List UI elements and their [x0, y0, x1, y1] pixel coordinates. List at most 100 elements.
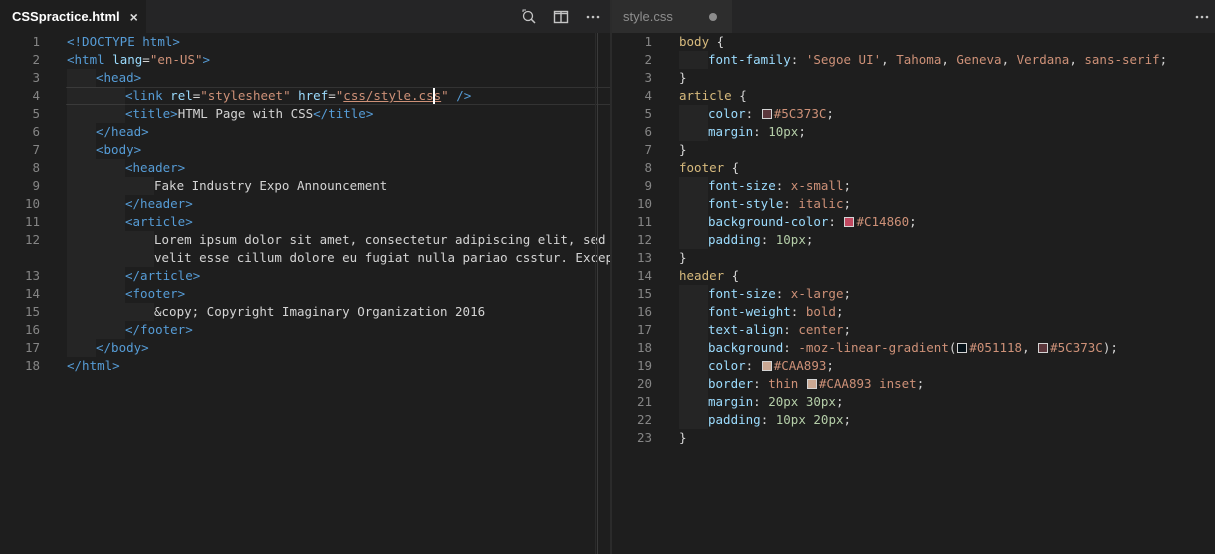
code-text: margin: 20px 30px; — [708, 393, 844, 411]
code-line[interactable]: 9 Fake Industry Expo Announcement — [0, 177, 610, 195]
code-line[interactable]: 17 text-align: center; — [612, 321, 1215, 339]
code-line[interactable]: 10 </header> — [0, 195, 610, 213]
code-line[interactable]: 1 body { — [612, 33, 1215, 51]
code-token: 10px — [775, 232, 806, 247]
code-line[interactable]: 19 color: #CAA893; — [612, 357, 1215, 375]
color-swatch-icon[interactable] — [806, 379, 817, 389]
code-text: article { — [679, 87, 747, 105]
code-line[interactable]: 17 </body> — [0, 339, 610, 357]
more-actions-icon[interactable] — [584, 8, 602, 26]
code-line[interactable]: 22 padding: 10px 20px; — [612, 411, 1215, 429]
code-line[interactable]: 14 <footer> — [0, 285, 610, 303]
left-editor-actions — [520, 0, 602, 33]
line-number: 9 — [32, 178, 40, 193]
code-text: Lorem ipsum dolor sit amet, consectetur … — [154, 231, 610, 249]
indent-guide — [96, 213, 125, 231]
code-token: = — [328, 88, 336, 103]
indent-guide — [679, 231, 708, 249]
code-line[interactable]: 23} — [612, 429, 1215, 447]
code-token: "stylesheet" — [200, 88, 291, 103]
code-line[interactable]: 4 article { — [612, 87, 1215, 105]
vertical-scrollbar[interactable] — [595, 33, 610, 554]
more-actions-icon[interactable] — [1193, 8, 1211, 26]
color-swatch-icon[interactable] — [761, 361, 772, 371]
code-line[interactable]: 5 <title>HTML Page with CSS</title> — [0, 105, 610, 123]
tab-style-css[interactable]: style.css — [612, 0, 732, 33]
code-line[interactable]: 16 </footer> — [0, 321, 610, 339]
tab-label: style.css — [623, 9, 673, 24]
line-number: 10 — [636, 196, 652, 211]
code-line[interactable]: 7} — [612, 141, 1215, 159]
color-swatch-icon[interactable] — [761, 109, 772, 119]
open-changes-icon[interactable] — [520, 8, 538, 26]
code-text: padding: 10px; — [708, 231, 813, 249]
indent-guide — [67, 213, 96, 231]
color-swatch-icon[interactable] — [957, 343, 968, 353]
indent-guide — [96, 231, 125, 249]
code-token: ; — [1159, 52, 1168, 67]
code-token: <title> — [125, 106, 178, 121]
indent-guide — [67, 267, 96, 285]
code-line[interactable]: 16 font-weight: bold; — [612, 303, 1215, 321]
code-text: <footer> — [125, 285, 185, 303]
code-line[interactable]: 2 <html lang="en-US"> — [0, 51, 610, 69]
code-line[interactable]: 7 <body> — [0, 141, 610, 159]
code-line[interactable]: 3} — [612, 69, 1215, 87]
code-line[interactable]: 11 background-color: #C14860; — [612, 213, 1215, 231]
code-line[interactable]: 15 font-size: x-large; — [612, 285, 1215, 303]
unsaved-dot-icon[interactable] — [708, 12, 717, 21]
code-line[interactable]: 12 Lorem ipsum dolor sit amet, consectetu… — [0, 231, 610, 249]
line-number: 4 — [644, 88, 652, 103]
code-line[interactable]: 9 font-size: x-small; — [612, 177, 1215, 195]
code-token: ( — [948, 340, 957, 355]
code-line[interactable]: 8 <header> — [0, 159, 610, 177]
code-line[interactable]: 18 background: -moz-linear-gradient(#0511… — [612, 339, 1215, 357]
code-token: </header> — [125, 196, 193, 211]
code-line[interactable]: 12 padding: 10px; — [612, 231, 1215, 249]
code-line[interactable]: 1 <!DOCTYPE html> — [0, 33, 610, 51]
code-line[interactable]: velit esse cillum dolore eu fugiat nulla… — [0, 249, 610, 267]
color-swatch-icon[interactable] — [1038, 343, 1049, 353]
code-line[interactable]: 6 margin: 10px; — [612, 123, 1215, 141]
code-line[interactable]: 13} — [612, 249, 1215, 267]
code-line[interactable]: 13 </article> — [0, 267, 610, 285]
code-token: { — [731, 88, 747, 103]
indent-guide — [679, 339, 708, 357]
line-number: 20 — [636, 376, 652, 391]
css-code-view[interactable]: 1 body {2 font-family: 'Segoe UI', Tahoma,… — [612, 33, 1215, 554]
code-token: #CAA893 — [818, 376, 872, 391]
indent-guide — [679, 123, 708, 141]
indent-guide — [67, 105, 96, 123]
code-text: <article> — [125, 213, 193, 231]
code-token: sans-serif — [1084, 52, 1160, 67]
code-line[interactable]: 4 <link rel="stylesheet" href="css/style.… — [0, 87, 610, 105]
line-number: 10 — [24, 196, 40, 211]
color-swatch-icon[interactable] — [844, 217, 855, 227]
line-number: 5 — [32, 106, 40, 121]
tab-csspractice-html[interactable]: CSSpractice.html × — [0, 0, 146, 33]
indent-guide — [679, 105, 708, 123]
code-token: Tahoma — [896, 52, 942, 67]
code-line[interactable]: 14 header { — [612, 267, 1215, 285]
code-line[interactable]: 8 footer { — [612, 159, 1215, 177]
indent-guide — [67, 249, 96, 267]
code-line[interactable]: 18 </html> — [0, 357, 610, 375]
code-token: } — [679, 250, 687, 265]
code-token: ; — [835, 304, 844, 319]
code-line[interactable]: 15 &copy; Copyright Imaginary Organizatio… — [0, 303, 610, 321]
line-number: 16 — [24, 322, 40, 337]
code-line[interactable]: 10 font-style: italic; — [612, 195, 1215, 213]
code-line[interactable]: 2 font-family: 'Segoe UI', Tahoma, Geneva… — [612, 51, 1215, 69]
line-number: 9 — [644, 178, 652, 193]
close-icon[interactable]: × — [130, 9, 138, 25]
code-line[interactable]: 11 <article> — [0, 213, 610, 231]
html-code-view[interactable]: 1 <!DOCTYPE html> 2 <html lang="en-US"> 3 <he… — [0, 33, 610, 554]
code-line[interactable]: 20 border: thin #CAA893 inset; — [612, 375, 1215, 393]
code-line[interactable]: 21 margin: 20px 30px; — [612, 393, 1215, 411]
indent-guide — [679, 177, 708, 195]
code-text: </article> — [125, 267, 200, 285]
code-line[interactable]: 3 <head> — [0, 69, 610, 87]
code-line[interactable]: 6 </head> — [0, 123, 610, 141]
split-editor-icon[interactable] — [552, 8, 570, 26]
code-line[interactable]: 5 color: #5C373C; — [612, 105, 1215, 123]
